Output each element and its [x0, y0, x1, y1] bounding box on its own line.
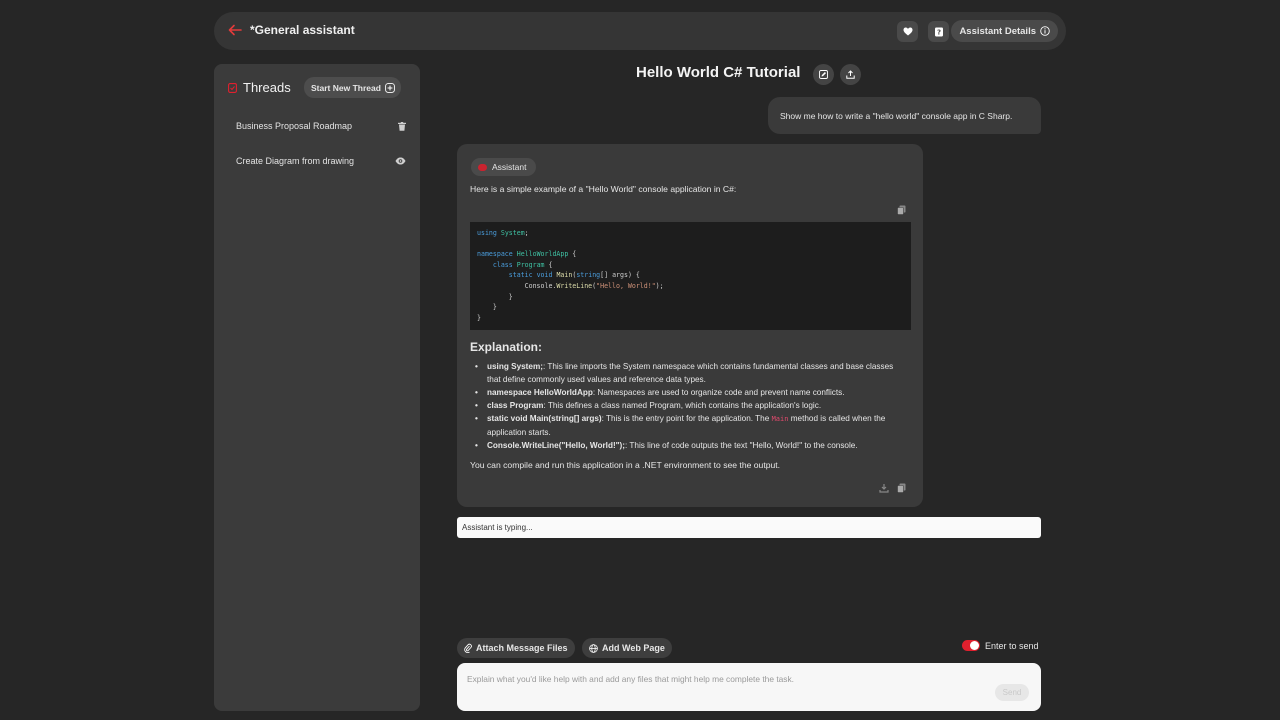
copy-message-icon[interactable] [897, 483, 906, 493]
typing-status: Assistant is typing... [457, 517, 1041, 538]
trash-icon[interactable] [398, 121, 406, 131]
svg-text:?: ? [936, 28, 940, 36]
start-new-thread-label: Start New Thread [311, 82, 381, 93]
paperclip-icon [464, 643, 472, 653]
assistant-badge: Assistant [471, 158, 536, 176]
message-composer[interactable]: Explain what you'd like help with and ad… [457, 663, 1041, 711]
edit-title-button[interactable] [813, 64, 834, 85]
list-item: using System;: This line imports the Sys… [475, 360, 909, 386]
heart-icon [903, 27, 912, 36]
assistant-avatar-icon [478, 163, 487, 171]
enter-to-send-toggle[interactable] [962, 640, 980, 651]
threads-icon [228, 82, 237, 93]
download-icon[interactable] [879, 483, 889, 493]
list-item: class Program: This defines a class name… [475, 399, 909, 412]
assistant-intro: Here is a simple example of a "Hello Wor… [470, 184, 737, 194]
message-input[interactable]: Explain what you'd like help with and ad… [467, 674, 987, 684]
thread-item[interactable]: Business Proposal Roadmap [236, 118, 406, 134]
list-item: static void Main(string[] args): This is… [475, 412, 909, 439]
assistant-outro: You can compile and run this application… [470, 460, 781, 470]
top-bar: *General assistant ? Assistant Details [214, 12, 1066, 50]
conversation-title: Hello World C# Tutorial [636, 64, 801, 81]
assistant-badge-label: Assistant [492, 162, 527, 172]
attach-files-button[interactable]: Attach Message Files [457, 638, 575, 658]
info-icon [1040, 26, 1050, 36]
help-button[interactable]: ? [928, 21, 949, 42]
list-item: namespace HelloWorldApp: Namespaces are … [475, 386, 909, 399]
eye-icon[interactable] [395, 157, 406, 165]
add-web-page-label: Add Web Page [602, 643, 665, 653]
user-message: Show me how to write a "hello world" con… [768, 97, 1041, 134]
assistant-message: Assistant Here is a simple example of a … [457, 144, 923, 507]
threads-header: Threads [228, 80, 291, 95]
edit-icon [819, 70, 828, 79]
assistant-title: *General assistant [250, 23, 355, 37]
export-button[interactable] [840, 64, 861, 85]
upload-icon [846, 70, 855, 79]
explanation-heading: Explanation: [470, 340, 543, 354]
thread-item[interactable]: Create Diagram from drawing [236, 153, 406, 169]
globe-icon [589, 643, 598, 653]
favorite-button[interactable] [897, 21, 918, 42]
copy-code-icon[interactable] [897, 205, 906, 215]
plus-icon [385, 82, 395, 93]
code-block: using System; namespace HelloWorldApp { … [470, 222, 911, 330]
user-message-text: Show me how to write a "hello world" con… [780, 110, 1013, 121]
start-new-thread-button[interactable]: Start New Thread [304, 77, 401, 98]
assistant-details-label: Assistant Details [959, 25, 1036, 37]
enter-to-send-control: Enter to send [962, 640, 1039, 651]
enter-to-send-label: Enter to send [985, 640, 1039, 651]
thread-label: Create Diagram from drawing [236, 156, 355, 166]
back-arrow-icon[interactable] [228, 23, 244, 39]
attach-files-label: Attach Message Files [476, 643, 568, 653]
explanation-list: using System;: This line imports the Sys… [475, 360, 909, 452]
threads-title: Threads [243, 80, 291, 95]
add-web-page-button[interactable]: Add Web Page [582, 638, 672, 658]
help-icon: ? [934, 27, 943, 36]
list-item: Console.WriteLine("Hello, World!");: Thi… [475, 439, 909, 452]
send-button[interactable]: Send [995, 684, 1029, 701]
threads-sidebar: Threads Start New Thread Business Propos… [214, 64, 420, 711]
thread-label: Business Proposal Roadmap [236, 121, 353, 131]
assistant-details-button[interactable]: Assistant Details [951, 20, 1058, 42]
